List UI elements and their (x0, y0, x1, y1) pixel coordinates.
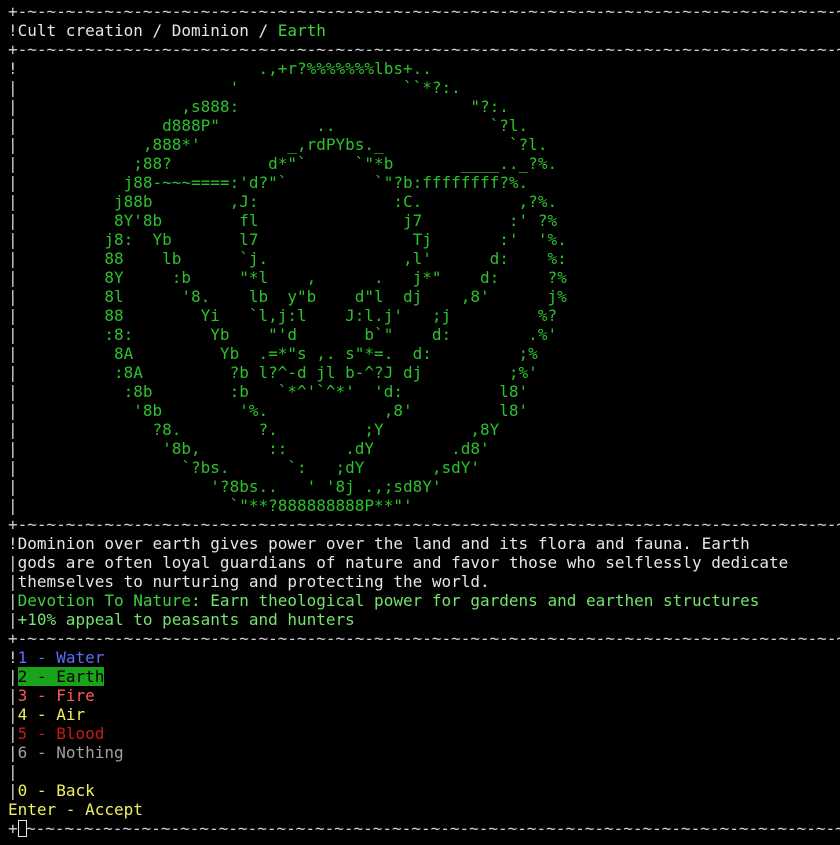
description-line: |gods are often loyal guardians of natur… (8, 553, 789, 572)
art-line: ! .,+r?%%%%%%%lbs+.. (8, 59, 432, 78)
description-border: +-~-~-~-~-~-~-~-~-~-~-~-~-~-~-~-~-~-~-~-… (8, 629, 840, 648)
perk-description: Earn theological power for gardens and e… (210, 591, 760, 610)
menu-option-blood[interactable]: |5 - Blood (8, 724, 104, 743)
breadcrumb-path: Cult creation / Dominion / (17, 21, 278, 40)
art-line: | `?bs. `: ;dY ,sdY' (8, 458, 481, 477)
art-line: | j88-~~~====:'d?"` `"?b:ffffffff?%. (8, 173, 529, 192)
menu-option-air[interactable]: |4 - Air (8, 705, 85, 724)
selected-option: 2 - Earth (17, 667, 105, 686)
breadcrumb: !Cult creation / Dominion / Earth (8, 21, 326, 40)
description-line: |themselves to nurturing and protecting … (8, 572, 490, 591)
menu-option-nothing[interactable]: |6 - Nothing (8, 743, 124, 762)
art-line: | '8b '%. ,8' l8' (8, 401, 529, 420)
art-line: | ' ``*?:. (8, 78, 461, 97)
perk-name: Devotion To Nature (17, 591, 192, 610)
art-line: | ;88? d*"` `"*b ____.._?%. (8, 154, 558, 173)
art-line: | j88b ,J: :C. ,?%. (8, 192, 558, 211)
art-line: | 8l '8. lb y"b d"l dj ,8' j% (8, 287, 567, 306)
description-line: !Dominion over earth gives power over th… (8, 534, 750, 553)
menu-accept[interactable]: Enter - Accept (8, 800, 143, 819)
bottom-border: + (8, 819, 27, 838)
art-line: | 8Y :b "*l , . j*" d: ?% (8, 268, 567, 287)
menu-option-fire[interactable]: |3 - Fire (8, 686, 95, 705)
art-line: | :8b :b `*^'`^*' 'd: l8' (8, 382, 529, 401)
art-line: | :8: Yb "'d b`" d: .%' (8, 325, 558, 344)
art-line: | 88 lb `j. ,l' d: %: (8, 249, 567, 268)
art-line: | d888P" .. `?l. (8, 116, 529, 135)
bonus-line: |+10% appeal to peasants and hunters (8, 610, 355, 629)
menu-back[interactable]: |0 - Back (8, 781, 95, 800)
bottom-border-rest: ~-~-~-~-~-~-~-~-~-~-~-~-~-~-~-~-~-~-~-~-… (26, 819, 840, 838)
art-line: | :8A ?b l?^-d jl b-^?J dj ;%' (8, 363, 538, 382)
art-line: | 88 Yi `l,j:l J:l.j' ;j %? (8, 306, 558, 325)
frame-edge: ! (8, 21, 18, 40)
menu-option-water[interactable]: !1 - Water (8, 648, 104, 667)
perk-line: |Devotion To Nature: Earn theological po… (8, 591, 760, 610)
art-line: | `"**?888888888P**"' (8, 496, 413, 515)
art-line: | ?8. ?. ;Y ,8Y (8, 420, 500, 439)
art-line: | ,s888: "?:. (8, 97, 509, 116)
art-line: | 8Y'8b fl j7 :' ?% (8, 211, 558, 230)
art-line: | '?8bs.. ' '8j .,;sd8Y' (8, 477, 442, 496)
top-border: +-~-~-~-~-~-~-~-~-~-~-~-~-~-~-~-~-~-~-~-… (8, 2, 840, 21)
breadcrumb-current: Earth (277, 21, 326, 40)
menu-spacer: | (8, 762, 18, 781)
art-border: +-~-~-~-~-~-~-~-~-~-~-~-~-~-~-~-~-~-~-~-… (8, 515, 840, 534)
menu-option-earth[interactable]: |2 - Earth (8, 667, 105, 686)
art-line: | '8b, :: .dY .d8' (8, 439, 490, 458)
bonus-text: +10% appeal to peasants and hunters (17, 610, 355, 629)
breadcrumb-border: +-~-~-~-~-~-~-~-~-~-~-~-~-~-~-~-~-~-~-~-… (8, 40, 840, 59)
bottom-border-dashes: ~-~-~-~-~-~-~-~-~-~-~-~-~-~-~-~-~-~-~-~-… (26, 819, 840, 838)
art-line: | j8: Yb l7 Tj :' '%. (8, 230, 567, 249)
art-line: | 8A Yb .=*"s ,. s"*=. d: ;% (8, 344, 538, 363)
art-line: | ,888*' _,rdPYbs._ `?l. (8, 135, 548, 154)
